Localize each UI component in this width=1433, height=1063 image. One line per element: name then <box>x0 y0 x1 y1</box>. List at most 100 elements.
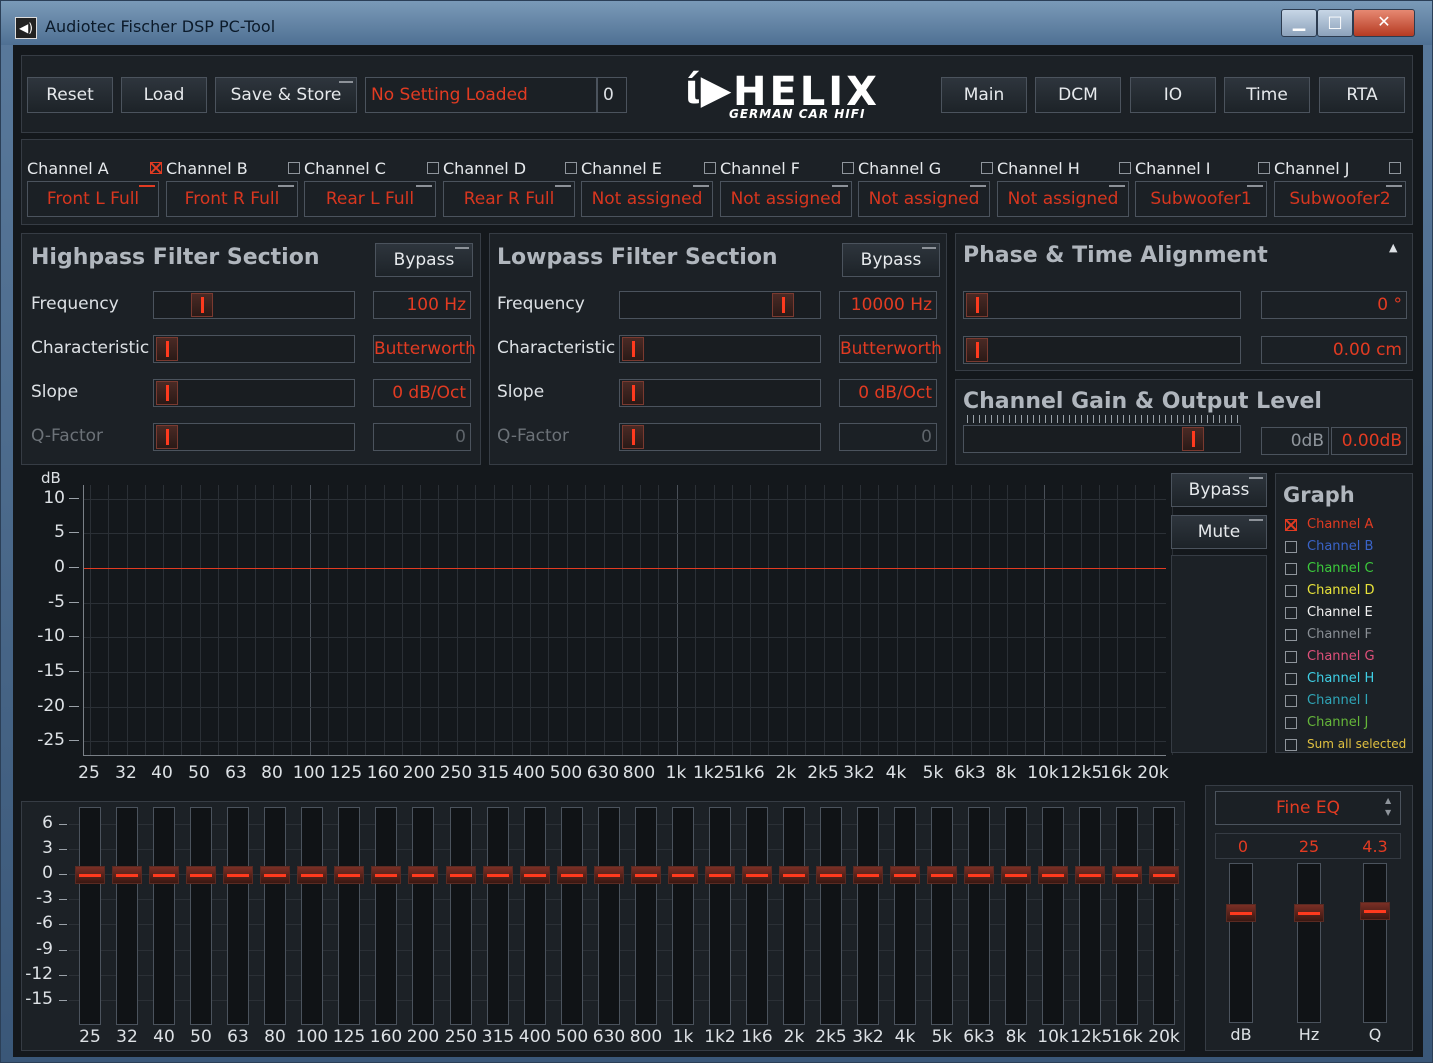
channel-assignment-field[interactable]: Not assigned <box>997 181 1129 217</box>
fine-eq-hz-value[interactable]: 25 <box>1293 837 1325 856</box>
slider-handle[interactable] <box>156 381 178 405</box>
phase-slider[interactable] <box>963 291 1241 319</box>
gain-value[interactable]: 0dB <box>1261 427 1329 455</box>
collapse-arrow-icon[interactable]: ▲ <box>1389 241 1397 254</box>
time-slider[interactable] <box>963 336 1241 364</box>
highpass-2-slider[interactable] <box>153 379 355 407</box>
eq-band-slider[interactable] <box>520 807 550 1025</box>
eq-band-slider[interactable] <box>75 807 105 1025</box>
legend-checkbox[interactable] <box>1285 585 1297 597</box>
channel-checkbox[interactable] <box>842 162 854 174</box>
eq-band-slider[interactable] <box>371 807 401 1025</box>
eq-band-slider[interactable] <box>297 807 327 1025</box>
eq-band-slider[interactable] <box>1149 807 1179 1025</box>
time-slider-handle[interactable] <box>966 338 988 362</box>
setting-number-field[interactable]: 0 <box>597 77 627 113</box>
spin-arrows-icon[interactable]: ▲ ▼ <box>1385 795 1391 819</box>
filter-row-value[interactable]: 10000 Hz <box>839 291 937 319</box>
fine-eq-q-value[interactable]: 4.3 <box>1357 837 1393 856</box>
slider-handle[interactable] <box>156 337 178 361</box>
fine-eq-q-handle[interactable] <box>1360 902 1390 920</box>
filter-row-value[interactable]: 0 <box>839 423 937 451</box>
eq-band-handle[interactable] <box>446 866 476 884</box>
channel-assignment-field[interactable]: Rear L Full <box>304 181 436 217</box>
eq-band-handle[interactable] <box>1149 866 1179 884</box>
fine-eq-q-slider[interactable] <box>1360 863 1390 1023</box>
eq-band-handle[interactable] <box>705 866 735 884</box>
minimize-button[interactable]: ▁ <box>1281 9 1317 37</box>
filter-row-value[interactable]: Butterworth <box>839 335 942 363</box>
legend-checkbox[interactable] <box>1285 673 1297 685</box>
eq-band-handle[interactable] <box>779 866 809 884</box>
highpass-bypass-button[interactable]: Bypass <box>375 243 473 277</box>
mute-button[interactable]: Mute <box>1171 515 1267 549</box>
save-store-button[interactable]: Save & Store <box>215 77 357 113</box>
fine-eq-db-value[interactable]: 0 <box>1235 837 1251 856</box>
lowpass-3-slider[interactable] <box>619 423 821 451</box>
channel-checkbox[interactable] <box>150 162 162 174</box>
eq-band-slider[interactable] <box>223 807 253 1025</box>
eq-band-handle[interactable] <box>223 866 253 884</box>
time-value[interactable]: 0.00 cm <box>1261 336 1407 364</box>
highpass-1-slider[interactable] <box>153 335 355 363</box>
title-bar[interactable]: ◀) Audiotec Fischer DSP PC-Tool ▁ □ ✕ <box>1 1 1432 45</box>
nav-time-button[interactable]: Time <box>1224 77 1310 113</box>
eq-band-handle[interactable] <box>75 866 105 884</box>
eq-band-handle[interactable] <box>557 866 587 884</box>
eq-band-handle[interactable] <box>371 866 401 884</box>
highpass-3-slider[interactable] <box>153 423 355 451</box>
filter-row-value[interactable]: Butterworth <box>373 335 476 363</box>
phase-slider-handle[interactable] <box>966 293 988 317</box>
nav-io-button[interactable]: IO <box>1130 77 1216 113</box>
fine-eq-db-slider[interactable] <box>1226 863 1256 1023</box>
legend-checkbox[interactable] <box>1285 607 1297 619</box>
channel-checkbox[interactable] <box>981 162 993 174</box>
fine-eq-title[interactable]: Fine EQ <box>1215 791 1401 825</box>
lowpass-0-slider[interactable] <box>619 291 821 319</box>
legend-checkbox[interactable] <box>1285 739 1297 751</box>
channel-assignment-field[interactable]: Subwoofer2 <box>1274 181 1406 217</box>
eq-band-handle[interactable] <box>1112 866 1142 884</box>
slider-handle[interactable] <box>156 425 178 449</box>
eq-band-handle[interactable] <box>520 866 550 884</box>
channel-checkbox[interactable] <box>288 162 300 174</box>
eq-band-handle[interactable] <box>1001 866 1031 884</box>
slider-handle[interactable] <box>622 337 644 361</box>
fine-eq-hz-slider[interactable] <box>1294 863 1324 1023</box>
lowpass-bypass-button[interactable]: Bypass <box>842 243 940 277</box>
slider-handle[interactable] <box>191 293 213 317</box>
legend-checkbox[interactable] <box>1285 629 1297 641</box>
eq-band-slider[interactable] <box>1001 807 1031 1025</box>
nav-main-button[interactable]: Main <box>941 77 1027 113</box>
eq-band-slider[interactable] <box>816 807 846 1025</box>
eq-band-slider[interactable] <box>742 807 772 1025</box>
eq-band-slider[interactable] <box>927 807 957 1025</box>
channel-checkbox[interactable] <box>1119 162 1131 174</box>
legend-checkbox[interactable] <box>1285 541 1297 553</box>
eq-band-handle[interactable] <box>668 866 698 884</box>
eq-band-handle[interactable] <box>890 866 920 884</box>
eq-band-slider[interactable] <box>705 807 735 1025</box>
eq-band-slider[interactable] <box>260 807 290 1025</box>
phase-value[interactable]: 0 ° <box>1261 291 1407 319</box>
eq-band-slider[interactable] <box>446 807 476 1025</box>
eq-band-slider[interactable] <box>1038 807 1068 1025</box>
eq-band-slider[interactable] <box>112 807 142 1025</box>
eq-band-handle[interactable] <box>1038 866 1068 884</box>
channel-assignment-field[interactable]: Rear R Full <box>443 181 575 217</box>
channel-checkbox[interactable] <box>1258 162 1270 174</box>
fine-eq-hz-handle[interactable] <box>1294 904 1324 922</box>
lowpass-2-slider[interactable] <box>619 379 821 407</box>
eq-band-slider[interactable] <box>631 807 661 1025</box>
legend-checkbox[interactable] <box>1285 651 1297 663</box>
channel-checkbox[interactable] <box>704 162 716 174</box>
eq-band-handle[interactable] <box>1075 866 1105 884</box>
legend-checkbox[interactable] <box>1285 563 1297 575</box>
eq-band-handle[interactable] <box>483 866 513 884</box>
channel-assignment-field[interactable]: Not assigned <box>581 181 713 217</box>
maximize-button[interactable]: □ <box>1317 9 1353 37</box>
eq-band-slider[interactable] <box>149 807 179 1025</box>
eq-band-handle[interactable] <box>112 866 142 884</box>
reset-button[interactable]: Reset <box>27 77 113 113</box>
eq-band-slider[interactable] <box>668 807 698 1025</box>
